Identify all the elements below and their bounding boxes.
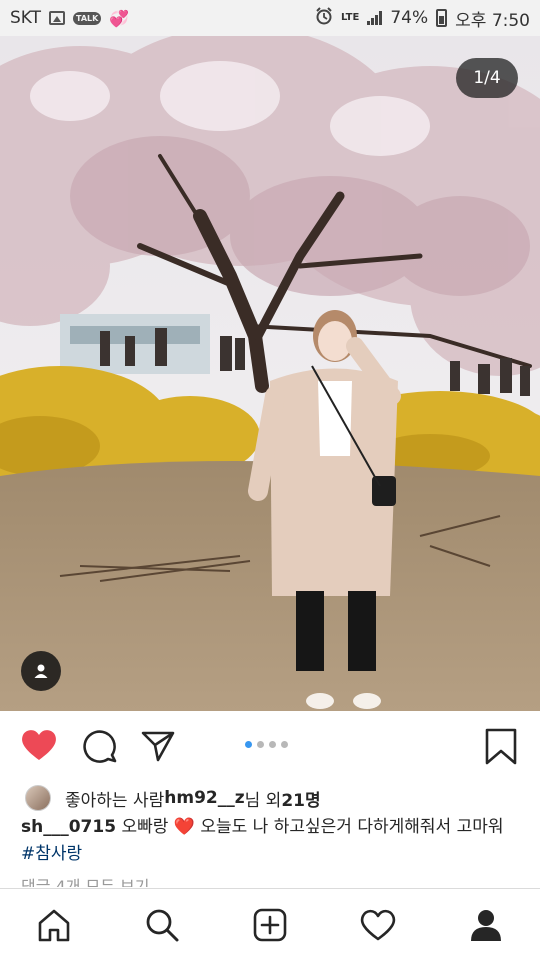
activity-heart-icon[interactable] bbox=[348, 895, 408, 955]
likes-summary[interactable]: 좋아하는 사람 hm92__z 님 외 21명 bbox=[25, 783, 321, 813]
heart-icon[interactable] bbox=[20, 728, 58, 766]
bookmark-icon[interactable] bbox=[484, 728, 518, 770]
alarm-icon bbox=[315, 6, 333, 30]
image-counter: 1/4 bbox=[456, 58, 518, 98]
hearts-notification-icon: 💞 bbox=[109, 8, 130, 28]
bottom-navigation bbox=[0, 888, 540, 960]
kakaotalk-notification-icon: TALK bbox=[73, 11, 102, 25]
carousel-dot bbox=[281, 741, 288, 748]
view-all-comments-link[interactable]: 댓글 4개 모두 보기 bbox=[21, 874, 149, 887]
search-icon[interactable] bbox=[132, 895, 192, 955]
carousel-dot bbox=[245, 741, 252, 748]
status-bar: SKT TALK 💞 LTE 74% 오후 7:50 bbox=[0, 0, 540, 36]
likes-prefix: 좋아하는 사람 bbox=[65, 790, 165, 811]
carousel-dot bbox=[269, 741, 276, 748]
carrier-label: SKT bbox=[10, 8, 42, 28]
profile-icon[interactable] bbox=[456, 895, 516, 955]
comment-icon[interactable] bbox=[82, 728, 118, 768]
caption-hashtag[interactable]: #참사랑 bbox=[21, 844, 82, 864]
carousel-indicator bbox=[245, 741, 288, 748]
user-tag-icon[interactable] bbox=[21, 651, 61, 691]
gallery-notification-icon bbox=[49, 11, 66, 25]
liker-username[interactable]: hm92__z bbox=[164, 788, 244, 808]
network-type: LTE bbox=[340, 12, 360, 23]
signal-icon bbox=[367, 11, 383, 25]
caption-text-1: 오빠랑 bbox=[116, 817, 174, 837]
clock: 오후 7:50 bbox=[455, 10, 530, 31]
battery-percent: 74% bbox=[390, 8, 429, 28]
liker-avatar[interactable] bbox=[25, 785, 51, 811]
battery-icon bbox=[436, 9, 448, 27]
caption-text-2: 오늘도 나 하고싶은거 다하게해줘서 고마워 bbox=[194, 817, 504, 837]
home-icon[interactable] bbox=[24, 895, 84, 955]
post-caption: sh___0715 오빠랑 ❤️ 오늘도 나 하고싶은거 다하게해줘서 고마워 … bbox=[21, 814, 521, 868]
likes-count[interactable]: 21명 bbox=[281, 786, 320, 811]
direct-icon[interactable] bbox=[140, 728, 176, 768]
caption-heart-emoji: ❤️ bbox=[173, 817, 195, 837]
caption-username[interactable]: sh___0715 bbox=[21, 817, 116, 837]
likes-middle: 님 외 bbox=[244, 790, 282, 811]
post-photo bbox=[0, 36, 540, 711]
post-image[interactable]: 1/4 bbox=[0, 36, 540, 711]
add-post-icon[interactable] bbox=[240, 895, 300, 955]
carousel-dot bbox=[257, 741, 264, 748]
